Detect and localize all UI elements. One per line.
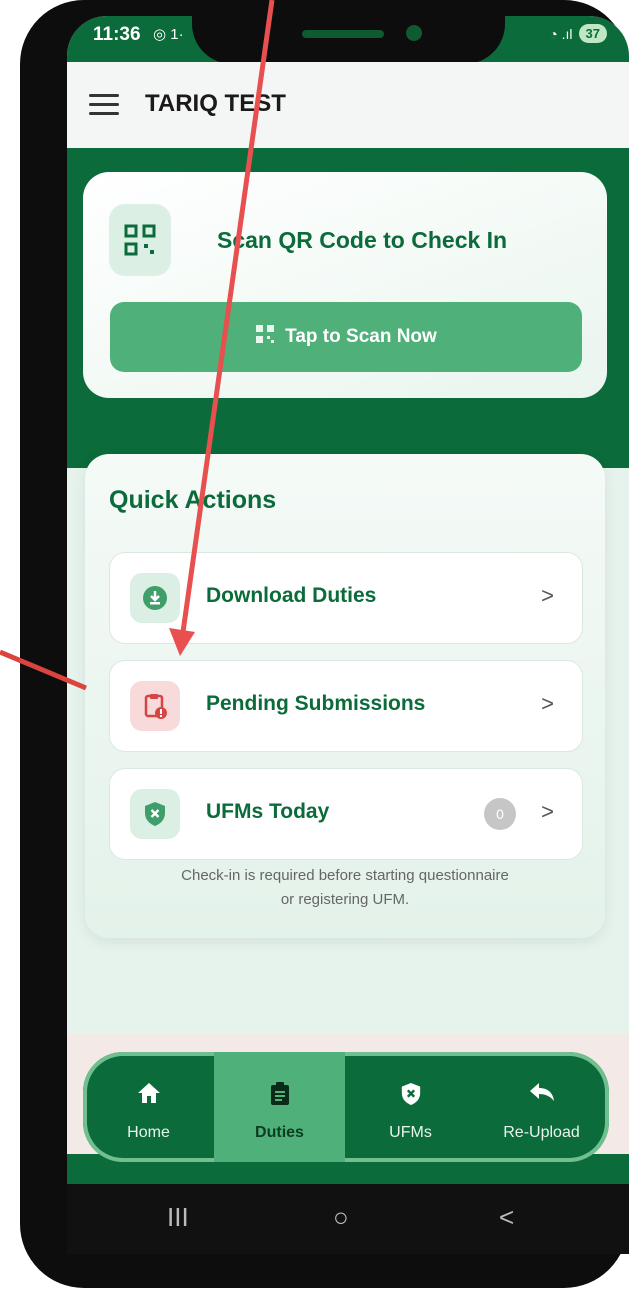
- annotation-overlay: [0, 0, 275, 691]
- annotation-pointer-line: [0, 649, 87, 691]
- annotation-arrow-line: [180, 0, 275, 633]
- annotation-arrow-head: [169, 628, 195, 656]
